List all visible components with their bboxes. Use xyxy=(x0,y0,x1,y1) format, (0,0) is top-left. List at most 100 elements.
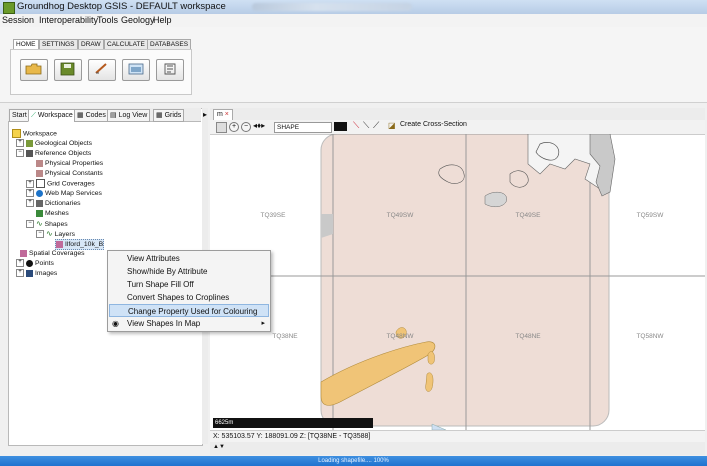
tree-points[interactable]: + Points xyxy=(16,259,54,268)
menu-item-turn-shape-fill-off[interactable]: Turn Shape Fill Off xyxy=(109,278,269,291)
menu-item-view-attributes[interactable]: View Attributes xyxy=(109,252,269,265)
tab-workspace-label: Workspace xyxy=(37,112,73,119)
menu-item-convert-shapes-to-croplines[interactable]: Convert Shapes to Croplines xyxy=(109,291,269,304)
grid-label: TQ59SW xyxy=(637,212,665,219)
menu-item-view-shapes-in-map[interactable]: ◉ View Shapes In Map ▸ xyxy=(109,317,269,330)
tree-grid-coverages-label: Grid Coverages xyxy=(47,180,95,188)
map-graphics[interactable]: TQ39SE TQ49SW TQ49SE TQ59SW TQ38NE TQ48N… xyxy=(210,134,705,430)
menu-item-change-property-used-for-colouring[interactable]: Change Property Used for Colouring xyxy=(109,304,269,317)
grids-tab-icon: ▦ xyxy=(156,112,163,119)
tree-shapes[interactable]: − ∿ Shapes xyxy=(26,219,68,229)
menu-item-show-hide-by-attribute[interactable]: Show/hide By Attribute xyxy=(109,265,269,278)
tab-start[interactable]: Start xyxy=(9,109,30,122)
layers-icon: ∿ xyxy=(46,229,53,238)
tree-images-label: Images xyxy=(35,270,58,277)
menu-interoperability[interactable]: Interoperability xyxy=(39,15,98,25)
zoom-out-icon[interactable]: − xyxy=(241,122,251,132)
geology-grey-patch xyxy=(484,191,507,207)
tree-reference-objects-label: Reference Objects xyxy=(35,150,92,157)
symbols-button[interactable] xyxy=(156,59,184,81)
shape-field-input[interactable]: SHAPE xyxy=(274,122,332,133)
dictionary-icon xyxy=(36,199,43,207)
scale-bar xyxy=(213,418,373,428)
title-bar: Groundhog Desktop GSIS - DEFAULT workspa… xyxy=(0,0,707,15)
menu-geology[interactable]: Geology xyxy=(121,15,155,25)
expand-icon[interactable]: + xyxy=(26,179,34,188)
symbols-icon xyxy=(164,63,176,75)
map-tab-label: m xyxy=(217,111,223,118)
expand-icon[interactable]: + xyxy=(26,189,34,198)
tree-meshes-label: Meshes xyxy=(45,210,69,217)
tab-grids[interactable]: ▦ Grids xyxy=(153,109,185,122)
map-window-button[interactable] xyxy=(122,59,150,81)
menu-session[interactable]: Session xyxy=(2,15,34,25)
pan-icon[interactable]: ◂♦▸ xyxy=(253,121,265,130)
window-title: Groundhog Desktop GSIS - DEFAULT workspa… xyxy=(17,1,226,12)
tree-physical-properties[interactable]: Physical Properties xyxy=(36,159,103,168)
menu-tools[interactable]: Tools xyxy=(97,15,118,25)
tree-points-label: Points xyxy=(35,260,54,267)
grid-icon xyxy=(36,179,45,188)
open-folder-icon xyxy=(25,63,42,75)
create-cross-section-button[interactable]: Create Cross-Section xyxy=(400,121,467,128)
expand-icon[interactable]: + xyxy=(16,269,24,278)
tree-reference-objects[interactable]: − Reference Objects xyxy=(16,149,91,158)
tree-physical-constants[interactable]: Physical Constants xyxy=(36,169,103,178)
collapse-icon[interactable]: − xyxy=(16,149,24,158)
left-panel-tabs: Start ⟋ Workspace ▦ Codes ▤ Log View ▦ G… xyxy=(8,108,201,122)
globe-icon xyxy=(36,189,43,197)
menu-help[interactable]: Help xyxy=(153,15,172,25)
map-tab[interactable]: m × xyxy=(213,109,233,120)
tree-physical-constants-label: Physical Constants xyxy=(45,170,103,177)
tree-dictionaries[interactable]: + Dictionaries xyxy=(26,199,81,208)
expand-icon[interactable]: + xyxy=(16,259,24,268)
pencil-icon[interactable]: ⟍ xyxy=(353,120,359,131)
tab-log-view[interactable]: ▤ Log View xyxy=(107,109,151,122)
save-button[interactable] xyxy=(54,59,82,81)
tree-shapes-label: Shapes xyxy=(44,221,68,228)
line-tool-icon[interactable]: ⟍ xyxy=(363,120,369,131)
open-button[interactable] xyxy=(20,59,48,81)
coordinate-readout: X: 535103.57 Y: 188091.09 Z: [TQ38NE - T… xyxy=(213,433,371,440)
tree-dictionaries-label: Dictionaries xyxy=(45,200,81,207)
collapse-icon[interactable]: − xyxy=(26,220,34,229)
menu-item-view-shapes-in-map-label: View Shapes In Map xyxy=(127,319,201,328)
tree-spatial-coverages[interactable]: Spatial Coverages xyxy=(20,249,85,258)
collapse-icon[interactable]: − xyxy=(36,230,44,239)
tree-layers[interactable]: − ∿ Layers xyxy=(36,229,75,239)
expand-icon[interactable]: + xyxy=(26,199,34,208)
workspace-tab-icon: ⟋ xyxy=(31,112,36,119)
cross-section-icon[interactable]: ◪ xyxy=(388,121,396,130)
tree-grid-coverages[interactable]: + Grid Coverages xyxy=(26,179,95,188)
save-icon xyxy=(60,62,75,76)
mesh-icon xyxy=(36,209,43,217)
tree-images[interactable]: + Images xyxy=(16,269,57,278)
geology-grey-patch xyxy=(321,214,333,238)
draw-line-icon[interactable]: ⟋ xyxy=(373,120,379,131)
grid-label: TQ49SE xyxy=(516,212,542,219)
tab-workspace[interactable]: ⟋ Workspace xyxy=(28,109,76,122)
superficial-deposit xyxy=(427,351,435,365)
map-canvas[interactable]: TQ39SE TQ49SW TQ49SE TQ59SW TQ38NE TQ48N… xyxy=(210,134,705,430)
tree-geological-objects[interactable]: + Geological Objects xyxy=(16,139,92,148)
home-toolbox xyxy=(10,49,192,95)
tree-physical-properties-label: Physical Properties xyxy=(45,160,104,167)
progress-text: Loading shapefile.... 100% xyxy=(318,458,389,464)
splitter-arrow-icon: ▸ xyxy=(203,110,208,119)
zoom-in-icon[interactable]: + xyxy=(229,122,239,132)
tree-workspace-label: Workspace xyxy=(23,130,57,138)
tree-spatial-coverages-label: Spatial Coverages xyxy=(29,250,85,257)
geology-icon xyxy=(26,139,33,147)
tab-codes[interactable]: ▦ Codes xyxy=(74,109,109,122)
expand-icon[interactable]: + xyxy=(16,139,24,148)
expand-console-icon[interactable]: ▲▼ xyxy=(213,444,225,450)
tree-meshes[interactable]: Meshes xyxy=(36,209,69,218)
tree-web-map-services[interactable]: + Web Map Services xyxy=(26,189,102,198)
zoom-extent-icon[interactable] xyxy=(216,122,227,133)
superficial-deposit xyxy=(425,372,434,392)
app-icon xyxy=(3,2,15,14)
color-swatch[interactable] xyxy=(334,122,347,131)
close-icon[interactable]: × xyxy=(225,111,229,118)
draw-tool-button[interactable] xyxy=(88,59,116,81)
tree-workspace[interactable]: Workspace xyxy=(12,129,57,138)
